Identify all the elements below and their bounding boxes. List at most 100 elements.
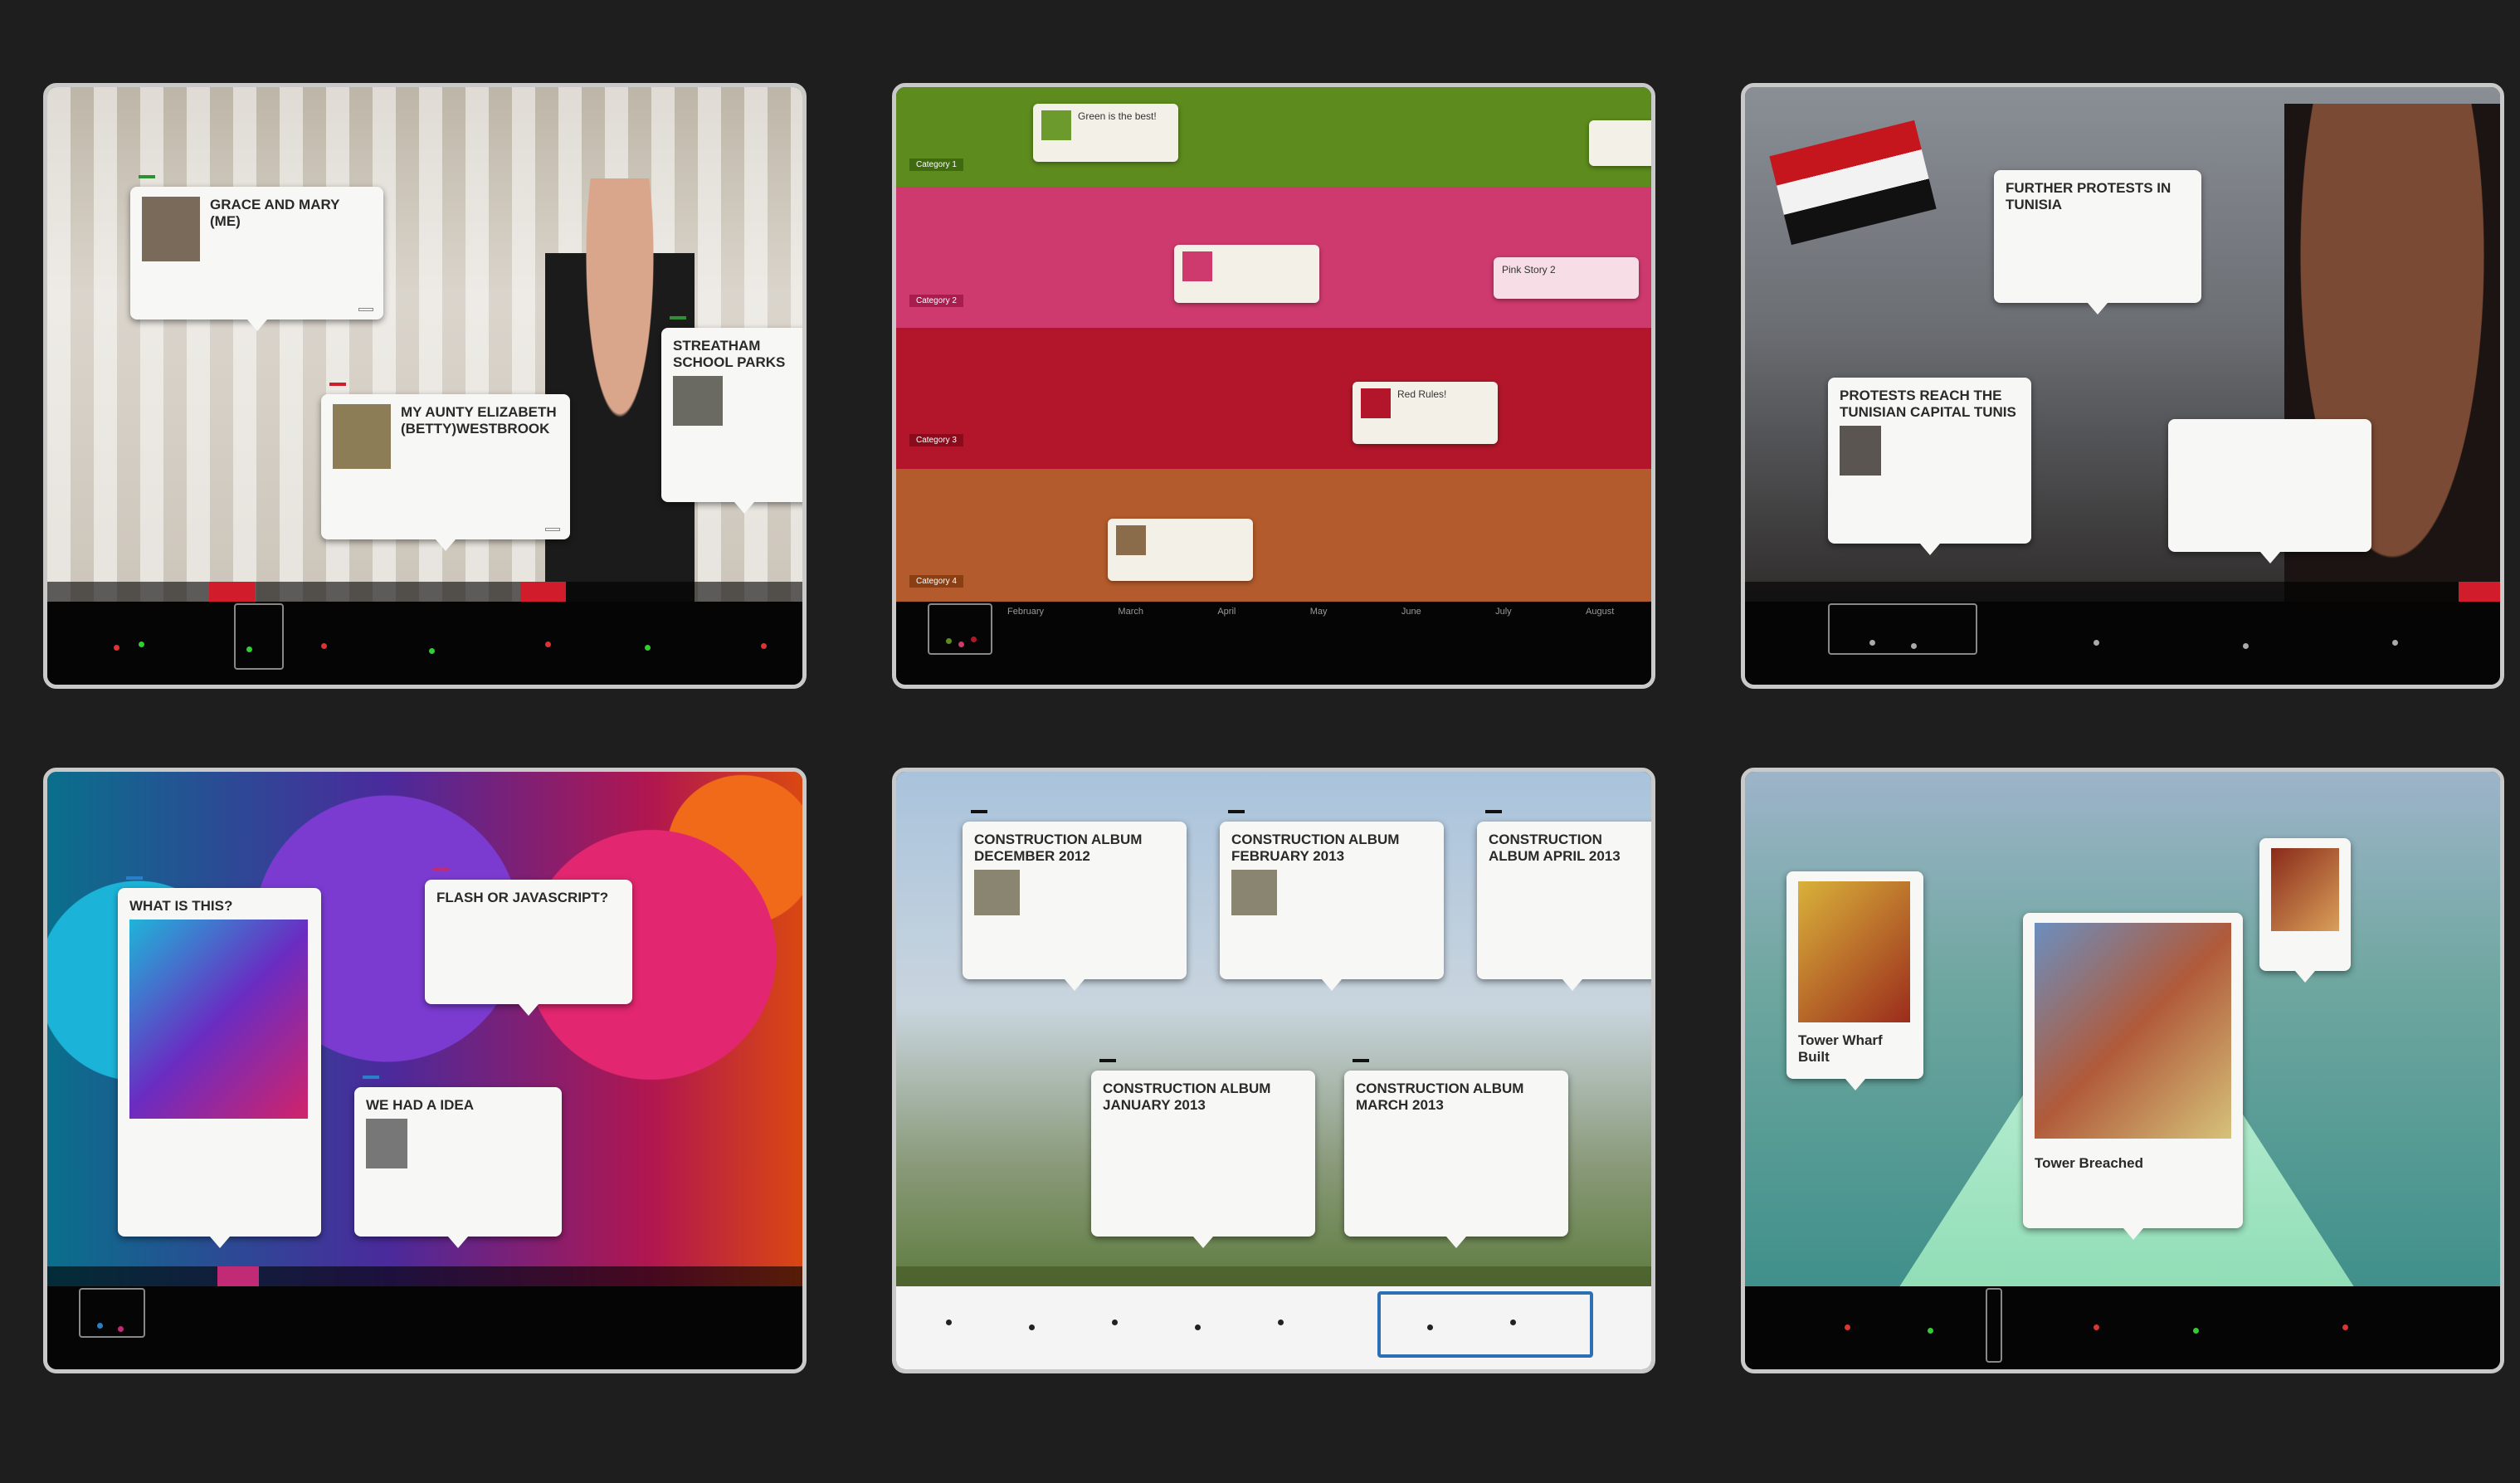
event-marker[interactable] <box>1112 1320 1118 1325</box>
card-title: WHAT IS THIS? <box>129 898 233 914</box>
category-band: Category 1 <box>896 87 1651 187</box>
timeline-scene: CONSTRUCTION ALBUM DECEMBER 2012 CONSTRU… <box>896 772 1651 1295</box>
timeline-gallery: GRACE AND MARY (ME) MY AUNTY ELIZABETH (… <box>0 0 2520 1483</box>
timeline-scene: Tower Wharf Built Tower Breached <box>1745 772 2500 1295</box>
event-marker[interactable] <box>2193 1328 2199 1334</box>
event-marker[interactable] <box>958 641 964 647</box>
event-thumbnail <box>1116 525 1146 555</box>
story-card[interactable]: STREATHAM SCHOOL PARKS <box>661 316 802 514</box>
event-marker[interactable] <box>1869 640 1875 646</box>
event-marker[interactable] <box>321 643 327 649</box>
more-button[interactable] <box>358 308 373 311</box>
event-marker[interactable] <box>1029 1324 1035 1330</box>
card-title: Tower Wharf Built <box>1798 1032 1883 1065</box>
timeline-navigator[interactable] <box>47 602 802 685</box>
event-marker[interactable] <box>971 637 977 642</box>
event-marker[interactable] <box>1278 1320 1284 1325</box>
event-marker[interactable] <box>1928 1328 1933 1334</box>
timeline-preview-1[interactable]: GRACE AND MARY (ME) MY AUNTY ELIZABETH (… <box>43 83 807 689</box>
event-marker[interactable] <box>246 646 252 652</box>
event-marker[interactable] <box>1845 1324 1850 1330</box>
tick-label: June <box>1401 607 1421 617</box>
event-marker[interactable] <box>1911 643 1917 649</box>
event-thumbnail <box>1361 388 1391 418</box>
event-item[interactable]: Pink Story 2 <box>1494 257 1639 299</box>
card-image <box>2035 923 2231 1139</box>
event-item[interactable] <box>1108 519 1253 581</box>
timeline-navigator[interactable] <box>47 1286 802 1369</box>
story-card[interactable]: CONSTRUCTION ALBUM JANUARY 2013 <box>1091 1059 1315 1248</box>
story-card[interactable]: Tower Breached <box>2023 913 2243 1240</box>
event-marker[interactable] <box>139 641 144 647</box>
event-markers <box>47 1320 802 1353</box>
more-button[interactable] <box>545 528 560 531</box>
card-title: WE HAD A IDEA <box>366 1097 475 1113</box>
event-marker[interactable] <box>2094 1324 2099 1330</box>
event-markers <box>896 1320 1651 1353</box>
event-marker[interactable] <box>946 638 952 644</box>
timeline-scene: GRACE AND MARY (ME) MY AUNTY ELIZABETH (… <box>47 87 802 610</box>
story-card[interactable]: CONSTRUCTION ALBUM DECEMBER 2012 <box>963 810 1187 991</box>
story-card[interactable]: WE HAD A IDEA <box>354 1076 562 1248</box>
tick-label: July <box>1495 607 1512 617</box>
event-marker[interactable] <box>2243 643 2249 649</box>
story-card[interactable] <box>2259 838 2351 983</box>
story-card[interactable]: GRACE AND MARY (ME) <box>130 175 383 331</box>
card-thumbnail <box>333 404 391 469</box>
event-marker[interactable] <box>761 643 767 649</box>
card-title: CONSTRUCTION ALBUM DECEMBER 2012 <box>974 832 1143 864</box>
tick-label: February <box>1007 607 1045 617</box>
event-marker[interactable] <box>545 641 551 647</box>
event-title: Green is the best! <box>1078 110 1157 122</box>
event-marker[interactable] <box>1510 1320 1516 1325</box>
timeline-preview-3[interactable]: FURTHER PROTESTS IN TUNISIA PROTESTS REA… <box>1741 83 2504 689</box>
event-marker[interactable] <box>97 1323 103 1329</box>
timeline-navigator[interactable]: February March April May June July Augus… <box>896 602 1651 685</box>
category-band: Category 3 <box>896 328 1651 469</box>
category-tag <box>1228 810 1245 813</box>
timeline-preview-4[interactable]: WHAT IS THIS? FLASH OR JAVASCRIPT? WE HA… <box>43 768 807 1373</box>
event-marker[interactable] <box>645 645 651 651</box>
story-card[interactable]: FLASH OR JAVASCRIPT? <box>425 868 632 1016</box>
story-card[interactable]: Tower Wharf Built <box>1786 871 1923 1090</box>
timeline-preview-2[interactable]: Category 1 Category 2 Category 3 Categor… <box>892 83 1655 689</box>
event-markers <box>47 635 802 668</box>
category-tag <box>670 316 686 320</box>
event-marker[interactable] <box>946 1320 952 1325</box>
story-card[interactable]: CONSTRUCTION ALBUM FEBRUARY 2013 <box>1220 810 1444 991</box>
story-card[interactable]: CONSTRUCTION ALBUM MARCH 2013 <box>1344 1059 1568 1248</box>
story-card[interactable]: MY AUNTY ELIZABETH (BETTY)WESTBROOK <box>321 383 570 551</box>
story-card[interactable]: PROTESTS REACH THE TUNISIAN CAPITAL TUNI… <box>1828 378 2031 555</box>
event-marker[interactable] <box>118 1326 124 1332</box>
timeline-navigator[interactable] <box>1745 602 2500 685</box>
event-marker[interactable] <box>2392 640 2398 646</box>
event-item[interactable] <box>1174 245 1319 303</box>
timeline-preview-6[interactable]: Tower Wharf Built Tower Breached <box>1741 768 2504 1373</box>
story-card[interactable] <box>2168 419 2371 563</box>
event-marker[interactable] <box>429 648 435 654</box>
category-label: Category 2 <box>909 295 963 307</box>
timeline-preview-5[interactable]: CONSTRUCTION ALBUM DECEMBER 2012 CONSTRU… <box>892 768 1655 1373</box>
category-tag <box>126 876 143 880</box>
card-title: CONSTRUCTION ALBUM MARCH 2013 <box>1356 1081 1524 1113</box>
event-marker[interactable] <box>2342 1324 2348 1330</box>
category-tag <box>363 1076 379 1079</box>
card-title: CONSTRUCTION ALBUM JANUARY 2013 <box>1103 1081 1271 1113</box>
timeline-navigator[interactable] <box>1745 1286 2500 1369</box>
tick-label: August <box>1586 607 1615 617</box>
story-card[interactable]: WHAT IS THIS? <box>118 876 321 1248</box>
category-tag <box>1099 1059 1116 1062</box>
event-item[interactable] <box>1589 120 1651 166</box>
category-label: Category 1 <box>909 159 963 171</box>
card-title: FURTHER PROTESTS IN TUNISIA <box>2006 180 2171 212</box>
timeline-navigator[interactable] <box>896 1286 1651 1369</box>
timeline-scene: FURTHER PROTESTS IN TUNISIA PROTESTS REA… <box>1745 87 2500 610</box>
event-item[interactable]: Red Rules! <box>1353 382 1498 444</box>
story-card[interactable]: FURTHER PROTESTS IN TUNISIA <box>1994 170 2201 315</box>
event-marker[interactable] <box>2094 640 2099 646</box>
event-marker[interactable] <box>1195 1324 1201 1330</box>
story-card[interactable]: CONSTRUCTION ALBUM APRIL 2013 <box>1477 810 1651 991</box>
event-item[interactable]: Green is the best! <box>1033 104 1178 162</box>
event-marker[interactable] <box>1427 1324 1433 1330</box>
event-marker[interactable] <box>114 645 119 651</box>
